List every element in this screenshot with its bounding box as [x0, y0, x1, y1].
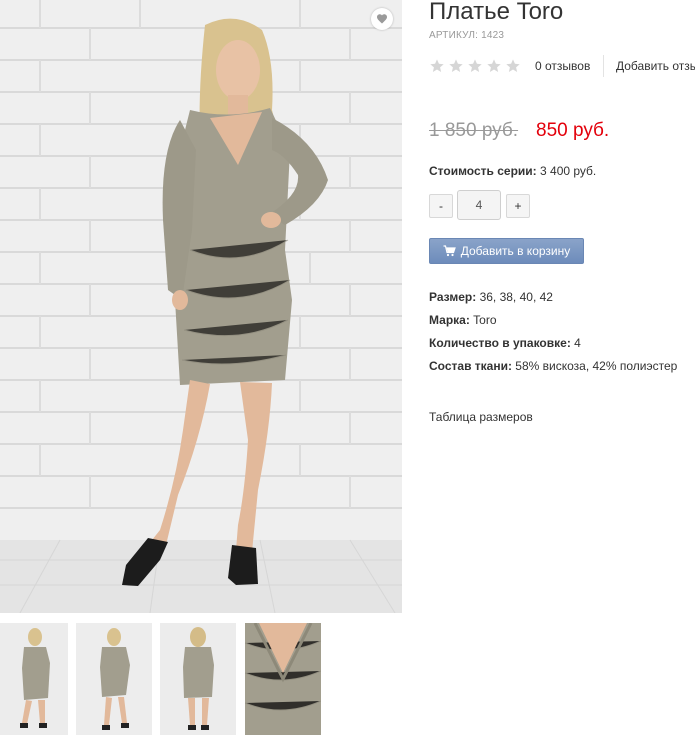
thumbnail-3[interactable]: [160, 623, 236, 735]
series-cost-value: 3 400 руб.: [540, 164, 597, 178]
quantity-decrease-button[interactable]: -: [429, 194, 453, 218]
thumbnail-4[interactable]: [245, 623, 321, 735]
attribute-label: Марка:: [429, 313, 470, 327]
attribute-value: 36, 38, 40, 42: [479, 290, 553, 304]
favorite-button[interactable]: [371, 8, 393, 30]
reviews-link[interactable]: 0 отзывов: [535, 59, 590, 73]
divider: [603, 55, 604, 77]
series-cost: Стоимость серии: 3 400 руб.: [429, 164, 596, 178]
product-sku: АРТИКУЛ: 1423: [429, 30, 505, 41]
add-review-link[interactable]: Добавить отзыв: [616, 59, 695, 73]
attribute-size: Размер: 36, 38, 40, 42: [429, 290, 553, 304]
size-table-link[interactable]: Таблица размеров: [429, 410, 533, 424]
attribute-pack-quantity: Количество в упаковке: 4: [429, 336, 581, 350]
attribute-label: Состав ткани:: [429, 359, 512, 373]
attribute-fabric: Состав ткани: 58% вискоза, 42% полиэстер: [429, 359, 677, 373]
attribute-value: Toro: [473, 313, 497, 327]
star-icon[interactable]: [429, 58, 445, 74]
heart-icon: [377, 14, 387, 24]
star-icon[interactable]: [467, 58, 483, 74]
attribute-label: Размер:: [429, 290, 477, 304]
star-icon[interactable]: [486, 58, 502, 74]
attribute-brand: Марка: Toro: [429, 313, 497, 327]
thumbnail-1[interactable]: [0, 623, 68, 735]
attribute-value: 4: [574, 336, 581, 350]
add-to-cart-button[interactable]: Добавить в корзину: [429, 238, 584, 264]
quantity-input[interactable]: [457, 190, 501, 220]
old-price: 1 850 руб.: [429, 120, 519, 141]
quantity-increase-button[interactable]: +: [506, 194, 530, 218]
thumbnail-2[interactable]: [76, 623, 152, 735]
attribute-value: 58% вискоза, 42% полиэстер: [515, 359, 678, 373]
cart-icon: [443, 245, 456, 257]
product-photo-image: [0, 0, 402, 613]
star-icon[interactable]: [505, 58, 521, 74]
add-to-cart-label: Добавить в корзину: [460, 244, 571, 258]
current-price: 850 руб.: [536, 120, 610, 141]
attribute-label: Количество в упаковке:: [429, 336, 571, 350]
series-cost-label: Стоимость серии:: [429, 164, 537, 178]
rating-stars[interactable]: [429, 58, 521, 74]
main-product-photo[interactable]: [0, 0, 402, 613]
product-title: Платье Toro: [429, 0, 564, 25]
star-icon[interactable]: [448, 58, 464, 74]
